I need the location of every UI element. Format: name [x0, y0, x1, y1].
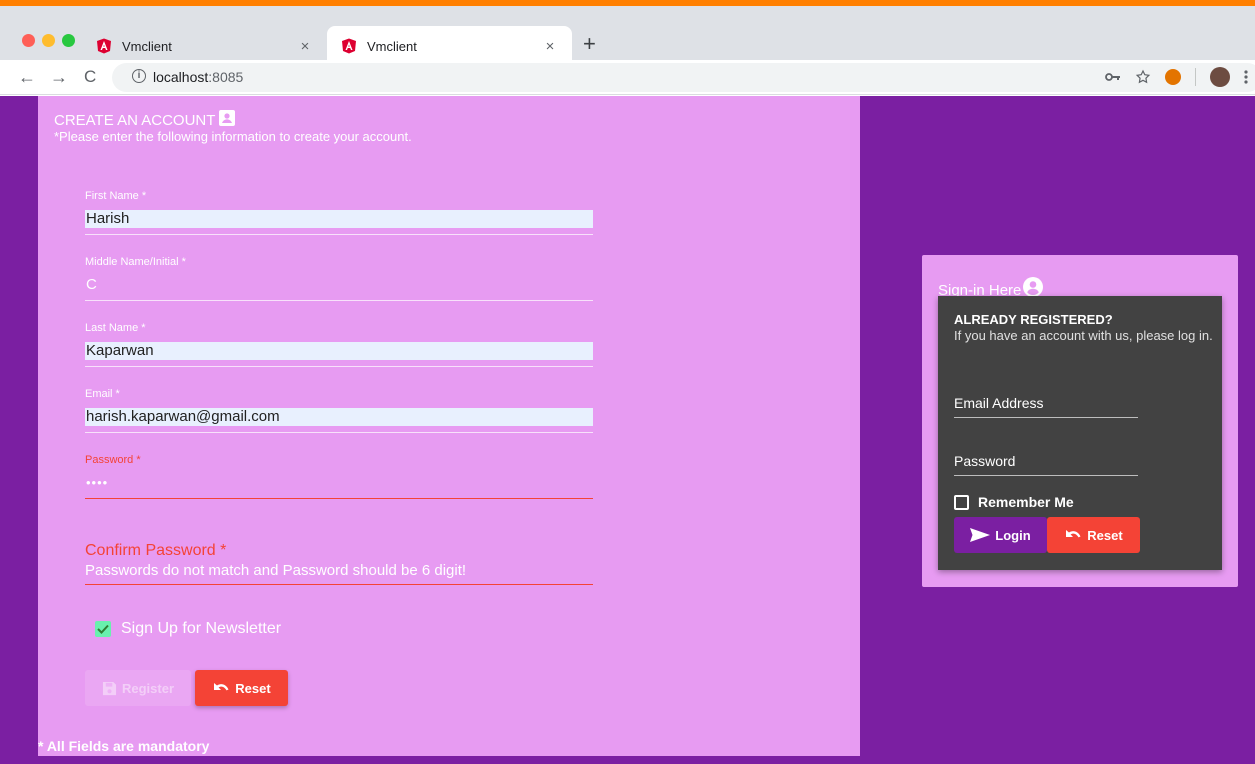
send-icon: [970, 528, 991, 542]
email-label: Email *: [85, 388, 120, 400]
first-name-field[interactable]: First Name * Harish: [85, 190, 593, 235]
star-icon[interactable]: [1135, 69, 1151, 85]
password-label: Password *: [85, 454, 141, 466]
login-email-input[interactable]: Email Address: [954, 395, 1138, 411]
login-reset-button[interactable]: Reset: [1047, 517, 1140, 553]
register-button[interactable]: Register: [85, 670, 191, 706]
tab-title: Vmclient: [367, 38, 417, 54]
page-content: CREATE AN ACCOUNT *Please enter the foll…: [0, 96, 1255, 764]
omnibox-actions: [1105, 67, 1248, 87]
confirm-password-label: Confirm Password *: [85, 542, 227, 559]
undo-icon: [1066, 530, 1081, 538]
first-name-input[interactable]: Harish: [85, 210, 593, 228]
newsletter-label: Sign Up for Newsletter: [121, 620, 282, 637]
login-heading: ALREADY REGISTERED?: [954, 312, 1113, 327]
tab-title: Vmclient: [122, 38, 172, 54]
middle-name-field[interactable]: Middle Name/Initial * C: [85, 256, 593, 301]
browser-address-bar: ← → C i localhost:8085: [0, 60, 1255, 95]
more-menu-icon[interactable]: [1244, 69, 1248, 85]
field-underline: [954, 417, 1138, 418]
field-underline: [85, 234, 593, 235]
forward-arrow-icon[interactable]: →: [50, 65, 68, 89]
extension-icon[interactable]: [1165, 69, 1181, 85]
mandatory-note: * All Fields are mandatory: [38, 738, 210, 754]
remember-me-checkbox[interactable]: Remember Me: [954, 494, 1074, 510]
newsletter-checkbox[interactable]: Sign Up for Newsletter: [95, 620, 281, 638]
login-button[interactable]: Login: [954, 517, 1047, 553]
url-text: localhost:8085: [153, 69, 244, 85]
account-circle-icon: [1023, 277, 1044, 297]
new-tab-button[interactable]: +: [583, 33, 596, 55]
angular-icon: [97, 38, 111, 54]
key-icon[interactable]: [1105, 72, 1121, 82]
field-underline: [85, 300, 593, 301]
close-tab-icon[interactable]: ×: [297, 38, 313, 55]
url-input[interactable]: i localhost:8085: [112, 63, 1255, 92]
minimize-window-button[interactable]: [42, 34, 55, 47]
email-field[interactable]: Email * harish.kaparwan@gmail.com: [85, 388, 593, 433]
middle-name-input[interactable]: C: [85, 276, 593, 294]
undo-icon: [214, 683, 229, 691]
password-field[interactable]: Password * ••••: [85, 454, 593, 499]
signin-card: Sign-in Here ALREADY REGISTERED? If you …: [922, 255, 1238, 587]
info-icon[interactable]: i: [132, 69, 146, 83]
login-form: ALREADY REGISTERED? If you have an accou…: [938, 296, 1222, 570]
last-name-label: Last Name *: [85, 322, 146, 334]
toolbar-divider: [1195, 68, 1196, 86]
reload-icon[interactable]: C: [84, 65, 96, 89]
save-icon: [102, 681, 117, 695]
checkbox-unchecked[interactable]: [954, 494, 969, 510]
field-underline: [85, 584, 593, 585]
login-password-field[interactable]: Password: [954, 453, 1138, 476]
check-icon: [97, 624, 109, 634]
profile-avatar[interactable]: [1210, 67, 1230, 87]
close-window-button[interactable]: [22, 34, 35, 47]
back-arrow-icon[interactable]: ←: [18, 65, 36, 89]
last-name-field[interactable]: Last Name * Kaparwan: [85, 322, 593, 367]
account-box-icon: [219, 110, 236, 126]
close-tab-icon[interactable]: ×: [542, 38, 558, 55]
first-name-label: First Name *: [85, 190, 147, 202]
registration-panel: CREATE AN ACCOUNT *Please enter the foll…: [38, 96, 860, 756]
login-description: If you have an account with us, please l…: [954, 328, 1213, 343]
angular-icon: [342, 38, 356, 54]
reset-button[interactable]: Reset: [195, 670, 288, 706]
last-name-input[interactable]: Kaparwan: [85, 342, 593, 360]
remember-me-label: Remember Me: [978, 494, 1074, 510]
middle-name-label: Middle Name/Initial *: [85, 256, 186, 268]
login-email-field[interactable]: Email Address: [954, 395, 1138, 418]
field-underline: [85, 366, 593, 367]
password-input[interactable]: ••••: [85, 474, 593, 492]
checkbox-checked[interactable]: [95, 621, 111, 637]
register-title: CREATE AN ACCOUNT: [54, 110, 236, 129]
email-input[interactable]: harish.kaparwan@gmail.com: [85, 408, 593, 426]
field-underline: [85, 432, 593, 433]
confirm-password-error: Passwords do not match and Password shou…: [85, 562, 467, 579]
maximize-window-button[interactable]: [62, 34, 75, 47]
field-underline: [85, 498, 593, 499]
login-password-input[interactable]: Password: [954, 453, 1138, 469]
browser-tab-bar: Vmclient × Vmclient × +: [0, 6, 1255, 66]
field-underline: [954, 475, 1138, 476]
register-subtitle: *Please enter the following information …: [54, 129, 412, 144]
confirm-password-field[interactable]: Confirm Password * Passwords do not matc…: [85, 542, 593, 585]
